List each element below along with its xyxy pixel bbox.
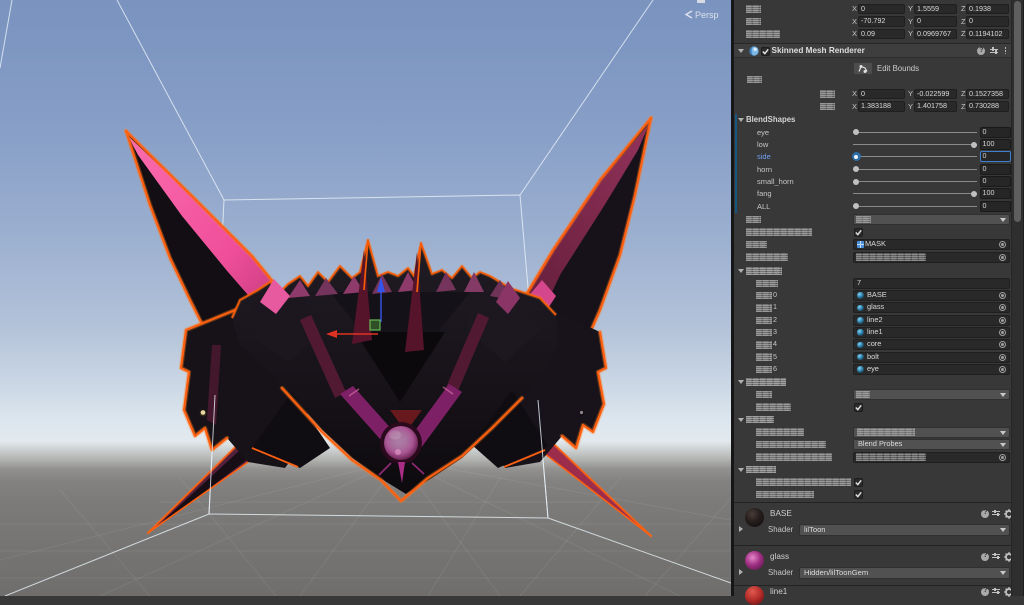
- svg-text:Persp: Persp: [695, 10, 719, 20]
